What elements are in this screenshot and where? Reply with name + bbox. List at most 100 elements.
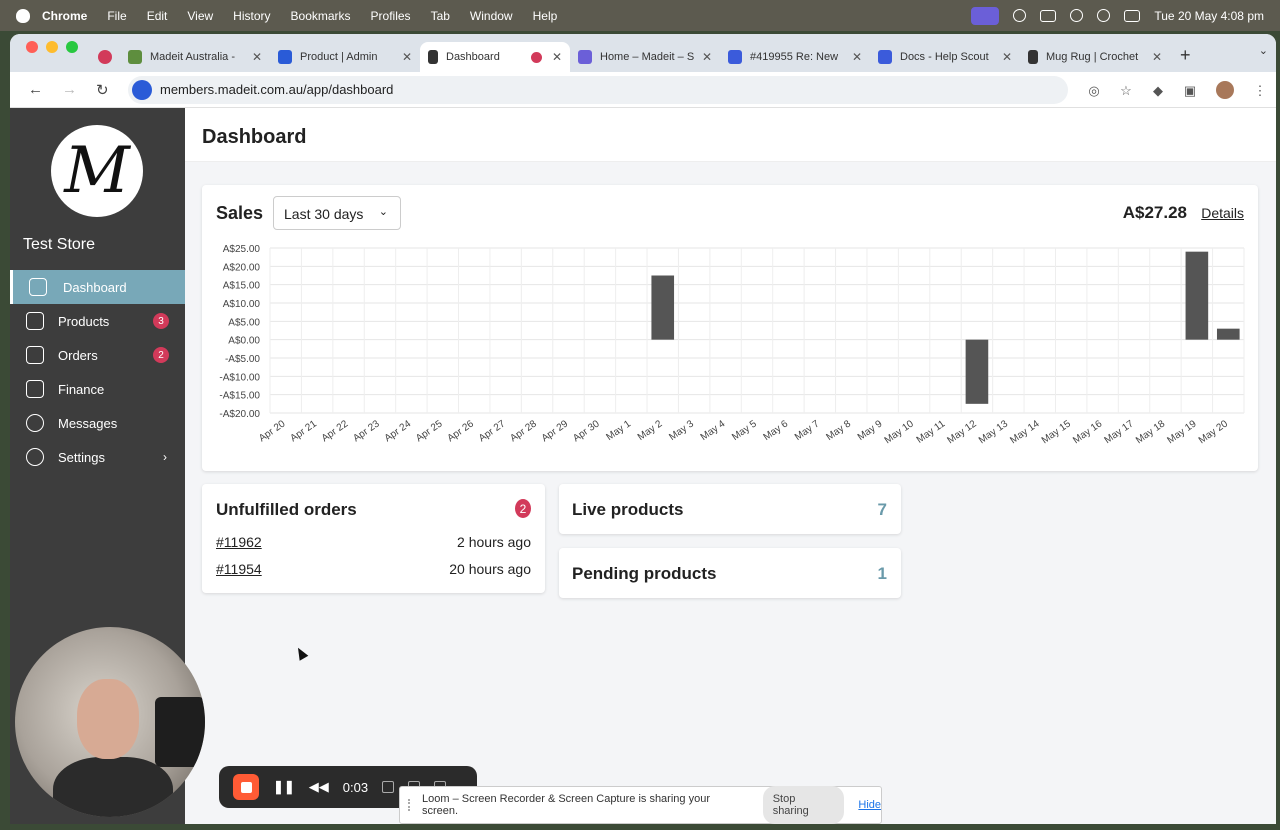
order-link[interactable]: #11962 (216, 534, 262, 550)
x-tick-label: May 7 (793, 418, 822, 443)
drag-handle-icon[interactable] (382, 781, 395, 793)
x-tick-label: Apr 20 (257, 418, 288, 444)
menu-app-name[interactable]: Chrome (42, 9, 87, 23)
sidebar-item-messages[interactable]: Messages (10, 406, 185, 440)
menu-history[interactable]: History (233, 9, 270, 23)
close-window-button[interactable] (26, 41, 38, 53)
forward-arrow-icon[interactable]: → (62, 81, 78, 98)
madeit-icon (1028, 50, 1038, 64)
close-tab-icon[interactable]: ✕ (852, 50, 862, 64)
x-tick-label: May 4 (699, 418, 728, 443)
menu-profiles[interactable]: Profiles (371, 9, 411, 23)
close-tab-icon[interactable]: ✕ (252, 50, 262, 64)
profile-avatar[interactable] (1216, 80, 1234, 99)
pending-products-card[interactable]: Pending products 1 (559, 548, 901, 598)
loom-icon[interactable] (1013, 9, 1027, 22)
date-range-select[interactable]: Last 30 days ⌄ (273, 196, 401, 230)
shopify-icon (128, 50, 142, 64)
sales-total: A$27.28 (1122, 203, 1187, 222)
tab-6[interactable]: Mug Rug | Crochet ✕ (1020, 42, 1170, 72)
home-icon (29, 278, 47, 296)
puzzle-icon[interactable]: ▣ (1182, 83, 1198, 98)
chevron-down-icon: ⌄ (378, 206, 388, 218)
sidebar-item-label: Orders (58, 347, 98, 363)
menu-view[interactable]: View (187, 9, 213, 23)
x-tick-label: Apr 29 (540, 418, 571, 444)
tab-5[interactable]: Docs - Help Scout ✕ (870, 42, 1020, 72)
tab-4[interactable]: #419955 Re: New ✕ (720, 42, 870, 72)
screen-share-icon[interactable] (971, 6, 1000, 25)
wifi-icon[interactable] (1070, 9, 1084, 22)
x-tick-label: May 6 (762, 418, 791, 443)
menubar-clock[interactable]: Tue 20 May 4:08 pm (1154, 9, 1264, 23)
helpscout-icon (878, 50, 892, 64)
stop-sharing-button[interactable]: Stop sharing (762, 786, 845, 824)
pending-products-count: 1 (877, 564, 887, 583)
close-tab-icon[interactable]: ✕ (1002, 50, 1012, 64)
webcam-bubble[interactable] (15, 627, 205, 817)
tab-search-chevron-icon[interactable]: ⌄ (1259, 44, 1268, 57)
sidebar-item-dashboard[interactable]: Dashboard (10, 270, 185, 304)
sidebar-item-label: Messages (58, 415, 118, 431)
order-link[interactable]: #11954 (216, 561, 262, 577)
menu-help[interactable]: Help (533, 9, 558, 23)
tab-2[interactable]: Dashboard ✕ (420, 42, 570, 72)
rewind-icon[interactable]: ◀◀ (309, 779, 329, 795)
extension-icon[interactable]: ◆ (1150, 83, 1166, 98)
menu-window[interactable]: Window (470, 9, 513, 23)
grip-icon[interactable] (408, 799, 412, 811)
url-field[interactable]: members.madeit.com.au/app/dashboard (128, 75, 1068, 104)
window-controls (10, 34, 90, 72)
y-tick-label: A$0.00 (228, 336, 260, 347)
battery-icon[interactable] (1040, 9, 1057, 22)
sidebar-item-finance[interactable]: Finance (10, 372, 185, 406)
book-icon (26, 346, 44, 364)
zoom-window-button[interactable] (66, 41, 78, 53)
webcam-person-body (53, 757, 173, 817)
hide-banner-link[interactable]: Hide (858, 799, 881, 811)
tab-1[interactable]: Product | Admin ✕ (270, 42, 420, 72)
tab-0[interactable]: Madeit Australia - ✕ (120, 42, 270, 72)
site-info-icon[interactable] (132, 79, 152, 100)
bookmark-star-icon[interactable]: ☆ (1118, 83, 1134, 98)
eye-off-icon[interactable]: ◎ (1086, 83, 1102, 98)
unfulfilled-count-badge: 2 (515, 499, 531, 518)
sidebar-item-label: Dashboard (63, 279, 127, 295)
tab-3[interactable]: Home – Madeit – S ✕ (570, 42, 720, 72)
webcam-person-face (77, 679, 139, 759)
new-tab-button[interactable]: + (1180, 45, 1191, 66)
close-tab-icon[interactable]: ✕ (702, 50, 712, 64)
control-center-icon[interactable] (1124, 9, 1141, 22)
menu-bookmarks[interactable]: Bookmarks (291, 9, 351, 23)
more-menu-icon[interactable]: ⋮ (1252, 83, 1268, 98)
tab-pinned-recording[interactable] (90, 42, 120, 72)
sidebar-item-products[interactable]: Products 3 (10, 304, 185, 338)
recording-timer: 0:03 (342, 779, 369, 795)
bar-may-19 (1185, 251, 1209, 340)
search-icon[interactable] (1097, 9, 1111, 22)
close-tab-icon[interactable]: ✕ (1152, 50, 1162, 64)
sidebar-item-orders[interactable]: Orders 2 (10, 338, 185, 372)
live-products-card[interactable]: Live products 7 (559, 484, 901, 534)
back-arrow-icon[interactable]: ← (28, 81, 44, 98)
reload-icon[interactable]: ↻ (96, 81, 112, 99)
stop-recording-button[interactable] (233, 774, 259, 800)
minimize-window-button[interactable] (46, 41, 58, 53)
page-title: Dashboard (185, 108, 1276, 162)
menu-tab[interactable]: Tab (431, 9, 450, 23)
tab-bar: Madeit Australia - ✕ Product | Admin ✕ Das… (10, 34, 1276, 72)
sales-details-link[interactable]: Details (1201, 205, 1244, 221)
apple-icon[interactable] (16, 8, 30, 23)
close-tab-icon[interactable]: ✕ (402, 50, 412, 64)
order-time: 20 hours ago (449, 561, 531, 577)
madeit-icon (428, 50, 438, 64)
x-tick-label: May 10 (883, 418, 917, 446)
sidebar-item-settings[interactable]: Settings › (10, 440, 185, 474)
y-tick-label: A$25.00 (223, 244, 261, 255)
tab-title: Home – Madeit – S (600, 51, 695, 63)
menu-edit[interactable]: Edit (147, 9, 168, 23)
menu-file[interactable]: File (107, 9, 126, 23)
close-tab-icon[interactable]: ✕ (552, 50, 562, 64)
x-tick-label: May 3 (667, 418, 696, 443)
pause-icon[interactable]: ❚❚ (273, 779, 295, 795)
